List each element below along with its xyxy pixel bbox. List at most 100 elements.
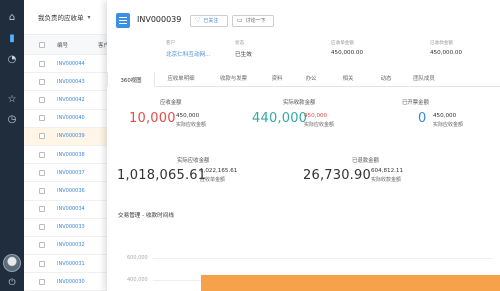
row-checkbox[interactable] [39,242,45,249]
row-id-link[interactable]: INV000042 [57,97,85,103]
row-checkbox[interactable] [39,60,45,67]
row-checkbox[interactable] [39,206,45,213]
kpi-compare-label: 实际收款金额 [371,177,402,183]
kpi-compare-value: 604,812.11 [371,168,404,174]
left-nav-rail: ⌂ ▮ ◔ ☆ ◷ ⏻ [0,0,24,291]
kpi-paid-value: 26,730.90 [303,168,371,183]
kpi-actual-receivable-label: 实际应收金额 [177,158,210,164]
list-title: 我负责的应收单 [38,14,84,22]
record-title: INV000039 [137,15,182,24]
kpi-compare-label: 应收单金额 [200,177,226,183]
row-checkbox[interactable] [39,169,45,176]
row-checkbox[interactable] [39,115,45,122]
kpi-compare-value: 450,000 [176,113,200,119]
select-all-checkbox[interactable] [39,41,45,48]
chart-gridline [153,258,493,259]
row-checkbox[interactable] [39,151,45,158]
field-received-amount: 已收款金额 450,000.00 [430,40,462,56]
kpi-paid-label: 已退款金额 [352,158,379,164]
chat-icon: ▭ [237,17,243,24]
row-checkbox[interactable] [39,133,45,140]
kpi-compare-value: 450,000 [433,113,457,119]
field-customer: 客户 北京仁科互动网... [166,40,211,58]
row-id-link[interactable]: INV000032 [57,242,85,248]
kpi-received-compare: 450,000 实际应收金额 [304,113,334,128]
history-icon[interactable]: ◷ [6,114,18,126]
kpi-receivable-compare: 450,000 实际应收金额 [176,113,206,128]
customer-link[interactable]: 北京仁科互动网... [166,50,211,58]
chart-title: 交易管理 - 收款时间线 [118,213,174,219]
avatar[interactable] [3,254,21,272]
detail-panel: INV000039 ♡ 已关注 ▭ 讨论一下 客户 北京仁科互动网... 状态 … [107,0,500,291]
document-icon [116,13,130,28]
tab-team[interactable]: 团队成员 [404,71,444,87]
kpi-compare-value: 1,022,165.61 [200,168,238,174]
tab-360-view[interactable]: 360视图 [107,71,155,87]
col-id-header[interactable]: 编号 [57,41,68,49]
tab-activity[interactable]: 动态 [368,71,404,87]
row-checkbox[interactable] [39,78,45,85]
row-id-link[interactable]: INV000044 [57,61,85,67]
row-checkbox[interactable] [39,187,45,194]
row-id-link[interactable]: INV000031 [57,261,85,267]
discuss-button[interactable]: ▭ 讨论一下 [232,15,274,27]
field-value: 已生效 [235,52,252,58]
tab-payment-invoice[interactable]: 收款与发票 [207,71,260,87]
field-status: 状态 已生效 [235,40,252,58]
tab-receivable-detail[interactable]: 应收单明细 [155,71,207,87]
row-checkbox[interactable] [39,96,45,103]
star-icon[interactable]: ☆ [6,94,18,106]
row-id-link[interactable]: INV000039 [57,133,85,139]
bar-chart-icon[interactable]: ▮ [6,33,18,45]
app-root: ⌂ ▮ ◔ ☆ ◷ ⏻ 我负责的应收单 ▾ 编号 客户 INV000044北京I… [0,0,500,291]
row-checkbox[interactable] [39,224,45,231]
tab-files[interactable]: 资料 [260,71,294,87]
kpi-receivable-value: 10,000 [129,111,176,126]
row-checkbox[interactable] [39,278,45,285]
field-label: 客户 [166,41,176,46]
field-value: 450,000.00 [331,50,364,56]
kpi-invoiced-label: 已开票金额 [402,100,429,106]
discuss-label: 讨论一下 [245,18,266,24]
field-value: 450,000.00 [430,50,463,56]
field-label: 状态 [235,41,245,46]
field-label: 应收单金额 [331,41,354,46]
row-id-link[interactable]: INV000040 [57,115,85,121]
kpi-compare-label: 实际应收金额 [176,122,207,128]
power-icon[interactable]: ⏻ [6,278,18,288]
kpi-invoiced-value: 0 [418,111,427,126]
kpi-compare-label: 实际应收金额 [433,122,464,128]
follow-label: 已关注 [203,18,219,24]
tab-office[interactable]: 办公 [294,71,328,87]
row-id-link[interactable]: INV000043 [57,79,85,85]
detail-header: INV000039 ♡ 已关注 ▭ 讨论一下 [107,0,500,34]
kpi-compare-value: 450,000 [304,113,328,119]
row-checkbox[interactable] [39,260,45,267]
pie-chart-icon[interactable]: ◔ [6,54,18,66]
row-id-link[interactable]: INV000037 [57,170,85,176]
follow-button[interactable]: ♡ 已关注 [190,15,228,27]
chart-ytick-label: 400,000 [127,277,148,283]
kpi-receivable-label: 应收金额 [160,100,182,106]
row-id-link[interactable]: INV000036 [57,188,85,194]
kpi-paid-compare: 604,812.11 实际收款金额 [371,168,403,183]
row-id-link[interactable]: INV000033 [57,224,85,230]
kpi-received-value: 440,000 [252,111,308,126]
chart-bar [201,275,500,291]
detail-tabs: 360视图 应收单明细 收款与发票 资料 办公 相关 动态 团队成员 [107,71,500,87]
row-id-link[interactable]: INV000034 [57,206,85,212]
kpi-actual-receivable-value: 1,018,065.61 [117,168,207,183]
kpi-received-label: 实际收款金额 [283,100,316,106]
row-id-link[interactable]: INV000030 [57,279,85,285]
tab-related[interactable]: 相关 [328,71,368,87]
field-label: 已收款金额 [430,41,453,46]
chevron-down-icon: ▾ [87,13,91,21]
kpi-invoiced-compare: 450,000 实际应收金额 [433,113,463,128]
home-icon[interactable]: ⌂ [6,12,18,24]
chart-ytick-label: 600,000 [127,255,148,261]
row-id-link[interactable]: INV000038 [57,152,85,158]
heart-icon: ♡ [195,17,201,24]
kpi-actual-receivable-compare: 1,022,165.61 应收单金额 [200,168,237,183]
kpi-compare-label: 实际应收金额 [304,122,335,128]
field-receivable-amount: 应收单金额 450,000.00 [331,40,363,56]
